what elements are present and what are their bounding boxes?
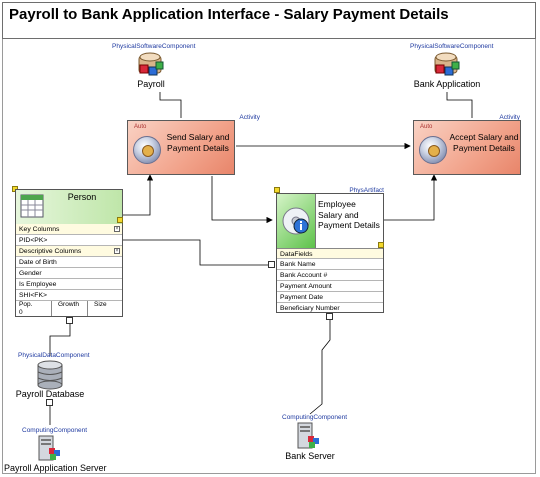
payroll-stereotype: PhysicalSoftwareComponent <box>112 43 196 50</box>
desc-section-toggle-icon[interactable]: × <box>114 248 120 254</box>
server-icon[interactable] <box>295 421 321 451</box>
person-entity-header: Person <box>16 190 122 225</box>
artifact-field-row: Bank Account # <box>277 270 383 281</box>
activity-gear-icon <box>419 136 447 164</box>
bank-application-label: Bank Application <box>413 79 481 89</box>
send-salary-activity[interactable]: Auto Send Salary and Payment Details <box>127 120 235 175</box>
artifact-field-row: Bank Name <box>277 259 383 270</box>
accept-auto-label: Auto <box>420 124 433 130</box>
send-activity-line1: Send Salary and <box>166 132 230 142</box>
table-icon <box>20 194 44 218</box>
information-disc-icon <box>282 207 310 235</box>
database-bottom-port[interactable] <box>46 399 53 406</box>
person-key-row: PID<PK> <box>16 235 122 246</box>
artifact-name: Employee Salary and Payment Details <box>318 199 380 231</box>
artifact-icon-panel <box>277 194 316 248</box>
person-desc-row: Is Employee <box>16 279 122 290</box>
bank-server-stereotype: ComputingComponent <box>282 414 348 421</box>
artifact-field-row: Payment Date <box>277 292 383 303</box>
payroll-database-label: Payroll Database <box>15 389 85 399</box>
payroll-software-icon[interactable] <box>136 51 166 79</box>
artifact-field-row: Payment Amount <box>277 281 383 292</box>
person-entity-name: Person <box>67 192 97 202</box>
activity-gear-icon <box>133 136 161 164</box>
artifact-name-line2: Salary and <box>318 209 359 220</box>
artifact-bottom-port[interactable] <box>326 313 333 320</box>
person-footer: Pop. 0 Growth Size <box>16 301 122 316</box>
send-activity-name: Send Salary and Payment Details <box>162 132 234 154</box>
artifact-to-bankserver-link <box>309 314 331 415</box>
bank-application-software-icon[interactable] <box>432 51 462 79</box>
payroll-to-send-link <box>159 92 182 118</box>
accept-activity-name: Accept Salary and Payment Details <box>448 132 520 154</box>
person-desc-row: Gender <box>16 268 122 279</box>
datafields-section[interactable]: DataFields <box>277 248 383 259</box>
descriptive-columns-label: Descriptive Columns <box>19 248 82 255</box>
pop-value: 0 <box>19 309 23 316</box>
database-stereotype: PhysicalDataComponent <box>18 352 90 359</box>
pid-to-artifact-link <box>122 239 271 266</box>
bankapp-stereotype: PhysicalSoftwareComponent <box>410 43 494 50</box>
pop-label: Pop. <box>19 301 33 308</box>
payroll-server-label: Payroll Application Server <box>4 463 107 473</box>
descriptive-columns-section[interactable]: Descriptive Columns <box>16 246 122 257</box>
database-icon[interactable] <box>35 360 65 390</box>
person-desc-row: SHI<FK> <box>16 290 122 301</box>
send-activity-line2: Payment Details <box>167 143 229 153</box>
server-icon[interactable] <box>36 434 62 462</box>
accept-activity-line2: Payment Details <box>453 143 515 153</box>
salary-payment-artifact[interactable]: Employee Salary and Payment Details Data… <box>276 193 384 313</box>
key-columns-section[interactable]: Key Columns <box>16 224 122 235</box>
artifact-left-port[interactable] <box>268 261 275 268</box>
key-section-toggle-icon[interactable]: × <box>114 226 120 232</box>
key-columns-label: Key Columns <box>19 226 60 233</box>
person-bottom-port[interactable] <box>66 317 73 324</box>
person-to-send-arrow <box>123 174 154 216</box>
payroll-server-stereotype: ComputingComponent <box>22 427 88 434</box>
send-to-artifact-arrow <box>211 176 273 224</box>
artifact-name-line1: Employee <box>318 199 356 209</box>
person-desc-row: Date of Birth <box>16 257 122 268</box>
person-entity[interactable]: Person Key Columns × PID<PK> Descriptive… <box>15 189 123 317</box>
bank-server-label: Bank Server <box>285 451 335 461</box>
size-label: Size <box>94 301 107 308</box>
person-header-handle[interactable] <box>117 217 123 223</box>
growth-label: Growth <box>58 301 79 308</box>
payroll-label: Payroll <box>137 79 165 89</box>
accept-salary-activity[interactable]: Auto Accept Salary and Payment Details <box>413 120 521 175</box>
artifact-name-line3: Payment Details <box>318 220 380 230</box>
accept-activity-line1: Accept Salary and <box>449 132 519 142</box>
send-auto-label: Auto <box>134 124 147 130</box>
